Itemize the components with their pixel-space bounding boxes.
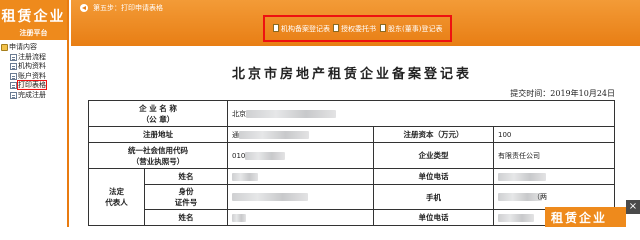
redacted-text (232, 193, 308, 201)
print-action-label: 股东(董事)登记表 (388, 25, 443, 33)
document-icon (273, 24, 279, 32)
label-subtext: （营业执照号） (131, 156, 185, 166)
table-row: 法定 代表人 姓名 单位电话 (88, 168, 616, 226)
label-text: 法定 (109, 187, 124, 196)
label-text: 统一社会信用代码 (128, 145, 188, 155)
document-icon (333, 24, 339, 32)
redacted-text (498, 172, 546, 181)
legal-rep-label: 法定 代表人 (88, 168, 145, 226)
company-name-value: 北京 (226, 100, 616, 127)
company-type-label: 企业类型 (373, 142, 494, 169)
print-action-label: 机构备案登记表 (281, 25, 330, 33)
name2-value (227, 209, 374, 226)
table-row: 统一社会信用代码 （营业执照号） 010 企业类型 有限责任公司 (88, 142, 616, 169)
reg-address-value: 通 (227, 126, 374, 143)
sidebar-item-label: 注册流程 (18, 52, 46, 61)
table-row: 姓名 单位电话 (89, 209, 616, 226)
sidebar: 租赁企业 注册平台 申请内容 注册流程 机构资料 账户资料 打印表格 完成注册 (0, 0, 69, 227)
side-note: （两 (533, 193, 547, 201)
table-row: 企 业 名 称 （公 章） 北京 (88, 100, 616, 127)
cell-value: 北京 (232, 109, 246, 118)
sidebar-item-label: 机构资料 (18, 62, 46, 71)
page-icon (10, 82, 17, 90)
redacted-text (246, 109, 336, 118)
reg-capital-value: 100 (492, 126, 616, 143)
page-icon (10, 91, 17, 99)
folder-icon (1, 44, 8, 51)
registration-document: 北京市房地产租赁企业备案登记表 提交时间：2019年10月24日 企 业 名 称… (73, 47, 631, 227)
name-label: 姓名 (144, 168, 228, 185)
sidebar-item-finish[interactable]: 完成注册 (0, 91, 67, 101)
page-icon (10, 53, 17, 61)
unit-phone2-label: 单位电话 (373, 209, 494, 226)
cell-value: 通 (232, 130, 239, 139)
back-arrow-icon[interactable] (80, 4, 88, 12)
brand-header: 租赁企业 注册平台 (0, 0, 67, 40)
sidebar-item-account-info[interactable]: 账户资料 (0, 72, 67, 82)
sidebar-item-label: 完成注册 (18, 90, 46, 99)
sidebar-item-print-forms[interactable]: 打印表格 (0, 80, 67, 91)
id-number-value (227, 184, 374, 210)
name-value (227, 168, 374, 185)
registration-form-table: 企 业 名 称 （公 章） 北京 注册地址 通 注册资本（万元） 100 统一社… (88, 100, 616, 226)
page-icon (10, 72, 17, 80)
unit-phone-value (492, 168, 616, 185)
print-actions-group: 机构备案登记表 授权委托书 股东(董事)登记表 (263, 15, 452, 42)
sidebar-menu: 申请内容 注册流程 机构资料 账户资料 打印表格 完成注册 (0, 43, 67, 101)
mobile-label: 手机 (373, 184, 494, 210)
credit-code-label: 统一社会信用代码 （营业执照号） (88, 142, 228, 169)
brand-subtitle: 注册平台 (19, 28, 48, 37)
redacted-text (245, 151, 286, 160)
menu-root-label: 申请内容 (9, 43, 37, 51)
page-icon (10, 63, 17, 71)
label-subtext: 证件号 (174, 198, 198, 207)
id-number-label: 身份 证件号 (144, 184, 228, 210)
label-subtext: 代表人 (105, 198, 128, 207)
redacted-text (232, 213, 246, 222)
print-action-label: 授权委托书 (341, 25, 376, 33)
redacted-text (239, 130, 309, 139)
step-title: 第五步：打印申请表格 (93, 4, 163, 12)
label-subtext: （公 章） (141, 114, 175, 124)
document-title: 北京市房地产租赁企业备案登记表 (231, 67, 472, 82)
submit-date: 提交时间：2019年10月24日 (510, 89, 615, 98)
table-row: 注册地址 通 注册资本（万元） 100 (88, 126, 616, 143)
reg-capital-label: 注册资本（万元） (373, 126, 494, 143)
print-authorization-link[interactable]: 授权委托书 (333, 24, 376, 34)
menu-root[interactable]: 申请内容 (0, 43, 67, 53)
floating-banner[interactable]: 租赁企业 (545, 207, 626, 227)
print-shareholder-form-link[interactable]: 股东(董事)登记表 (380, 24, 442, 34)
unit-phone-label: 单位电话 (373, 168, 494, 185)
name2-label: 姓名 (144, 209, 228, 226)
redacted-text (232, 172, 258, 181)
label-text: 企 业 名 称 (139, 103, 177, 113)
document-icon (380, 24, 386, 32)
brand-title: 租赁企业 (1, 9, 66, 25)
print-registration-form-link[interactable]: 机构备案登记表 (273, 24, 330, 34)
reg-address-label: 注册地址 (88, 126, 228, 143)
sidebar-item-register-flow[interactable]: 注册流程 (0, 53, 67, 63)
sidebar-item-label: 账户资料 (18, 71, 46, 80)
credit-code-value: 010 (227, 142, 374, 169)
company-type-value: 有限责任公司 (492, 142, 616, 169)
step-header: 第五步：打印申请表格 机构备案登记表 授权委托书 股东(董事)登记表 (71, 0, 640, 46)
cell-value: 010 (232, 151, 246, 160)
company-name-label: 企 业 名 称 （公 章） (88, 100, 228, 127)
sidebar-item-org-info[interactable]: 机构资料 (0, 62, 67, 72)
mobile-value (492, 184, 616, 210)
sidebar-item-label: 打印表格 (17, 80, 47, 91)
label-text: 身份 (178, 187, 194, 196)
redacted-text (498, 213, 534, 222)
close-icon[interactable]: × (626, 200, 640, 214)
